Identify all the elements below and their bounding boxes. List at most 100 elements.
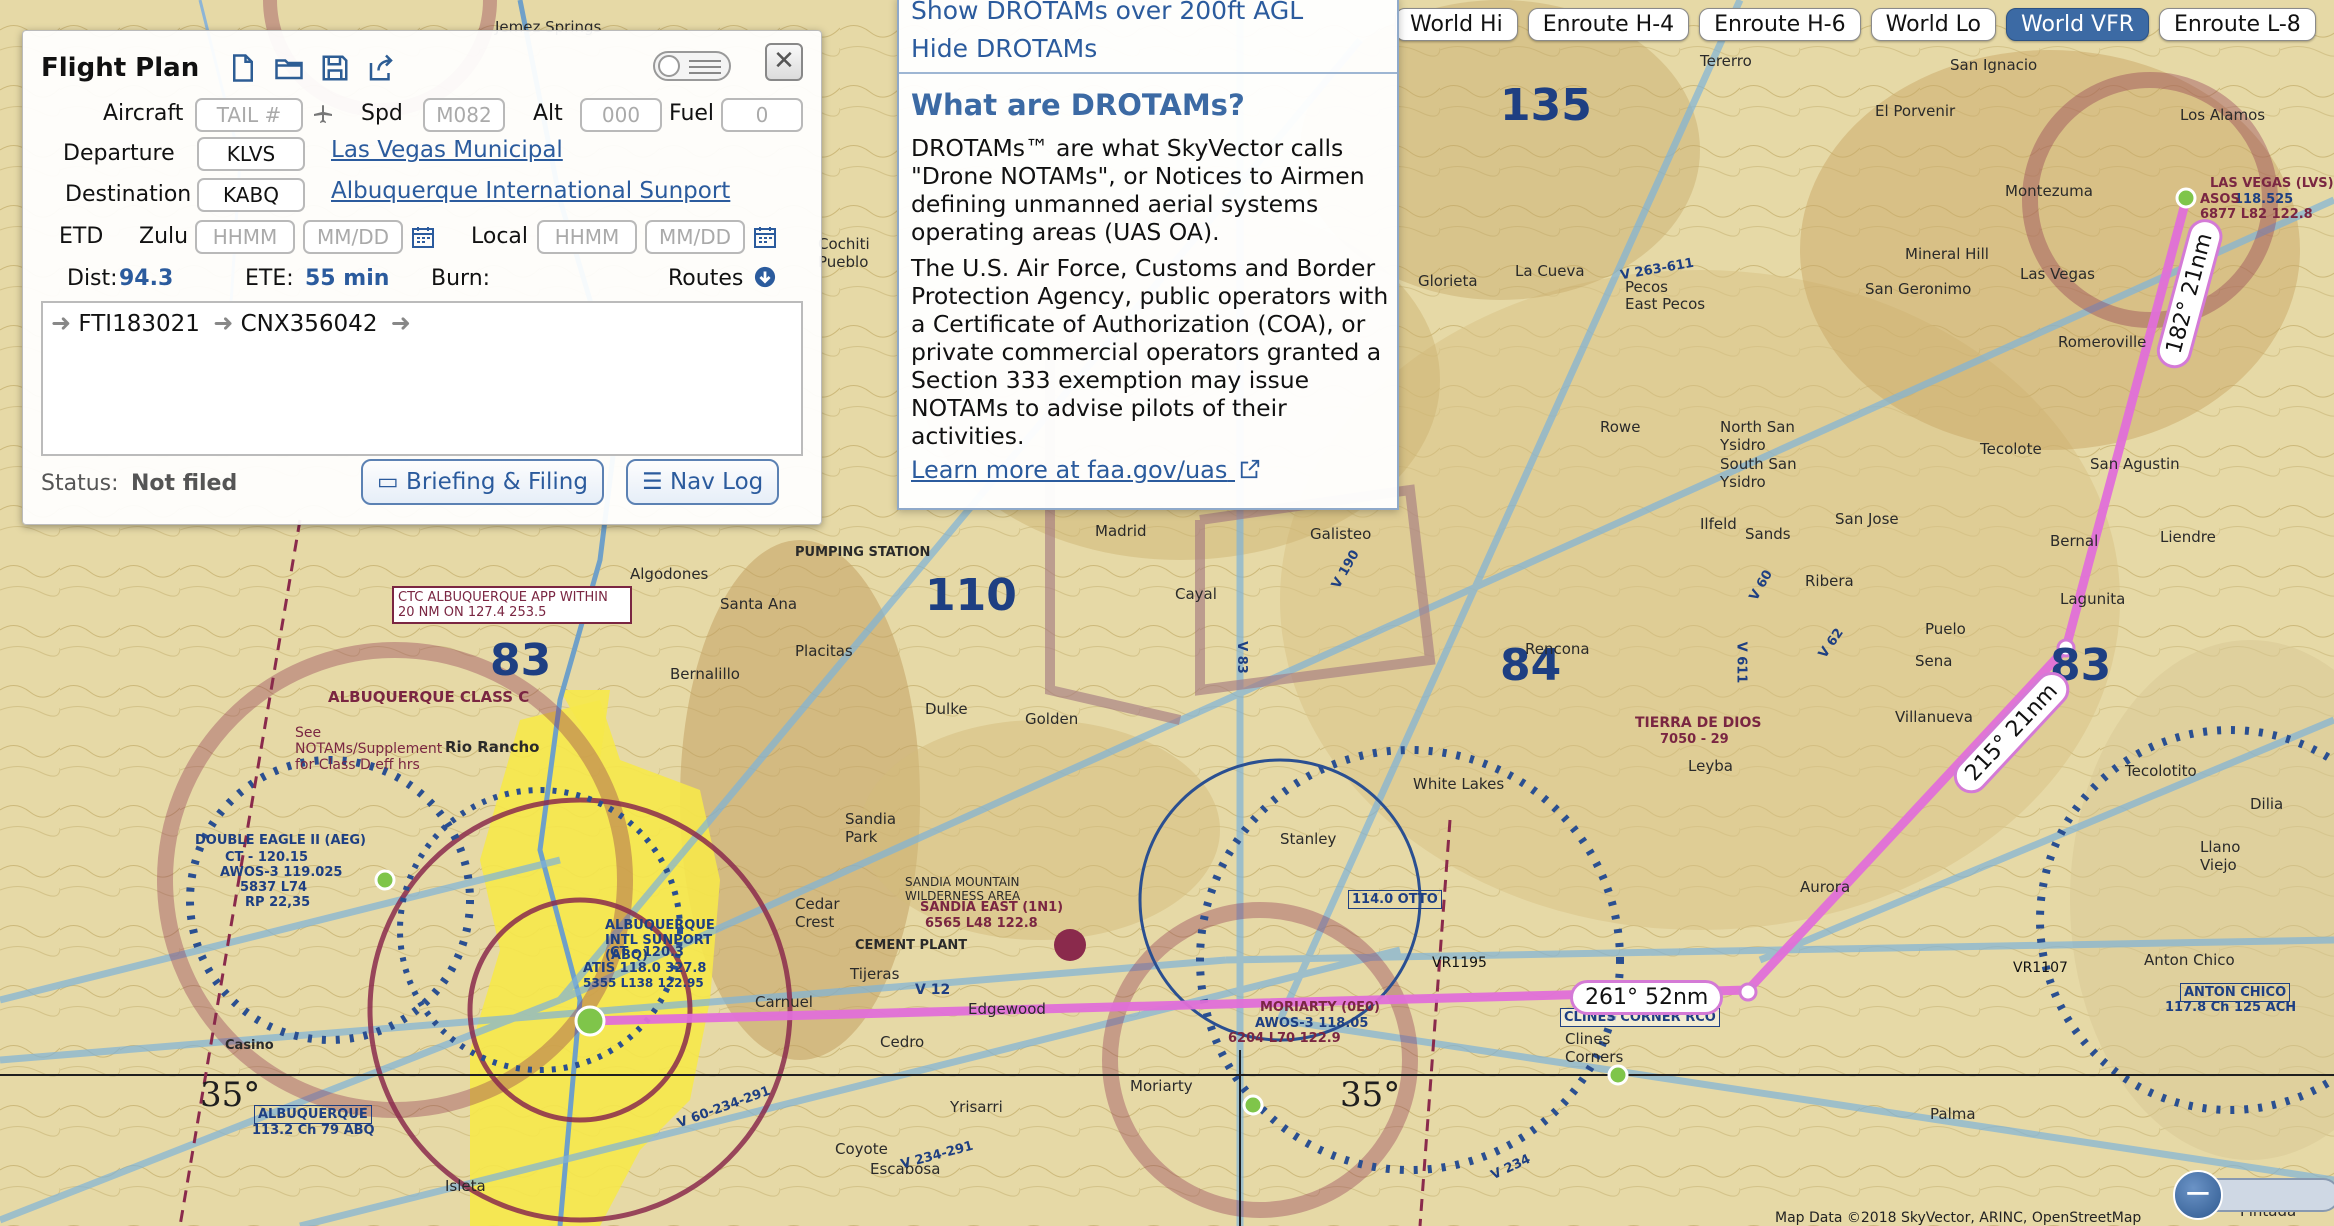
otto-vor-label: 114.0 OTTO (1348, 890, 1442, 909)
max-elevation-label: 135 (1500, 80, 1592, 131)
town-label: Yrisarri (950, 1098, 1003, 1116)
drotam-heading: What are DROTAMs? (911, 88, 1245, 122)
town-label: Moriarty (1130, 1077, 1193, 1095)
map-copyright: Map Data ©2018 SkyVector, ARINC, OpenStr… (1775, 1210, 2142, 1226)
routes-dropdown[interactable]: Routes (668, 266, 776, 291)
town-label: Edgewood (968, 1000, 1046, 1018)
town-label: Golden (1025, 710, 1079, 728)
hide-drotams-link[interactable]: Hide DROTAMs (911, 34, 1097, 63)
airway-label: VR1107 (2013, 960, 2068, 976)
route-text-area[interactable]: ➜ FTI183021 ➜ CNX356042 ➜ (41, 301, 803, 456)
destination-input[interactable]: KABQ (197, 178, 305, 212)
ete-value: 55 min (305, 266, 390, 291)
town-label: Cayal (1175, 585, 1217, 603)
local-label: Local (471, 224, 529, 249)
town-label: Dilia (2250, 795, 2284, 813)
las-vegas-asos-label: ASOS (2200, 192, 2240, 207)
fuel-label: Fuel (669, 101, 715, 126)
town-label: Sandia Park (845, 810, 897, 846)
open-folder-icon[interactable] (274, 53, 304, 83)
town-label: Puelo (1925, 620, 1966, 638)
local-date-input[interactable]: MM/DD (645, 220, 745, 254)
abq-ct-label: CT - 120.3 (610, 945, 684, 960)
town-label: Anton Chico (2144, 951, 2235, 969)
moriarty-info-label: 6204 L70 122.9 (1228, 1031, 1341, 1046)
town-label: La Cueva (1515, 262, 1585, 280)
etd-label: ETD (59, 224, 104, 249)
moriarty-awos-label: AWOS-3 118.05 (1255, 1016, 1369, 1031)
arrow-right-icon: ➜ (390, 309, 411, 337)
tab-world-lo[interactable]: World Lo (1870, 8, 1996, 41)
learn-more-link[interactable]: Learn more at faa.gov/uas (911, 456, 1261, 484)
town-label: San Agustin (2090, 455, 2180, 473)
route-waypoint[interactable]: FTI183021 (78, 311, 199, 337)
show-drotams-link[interactable]: Show DROTAMs over 200ft AGL (911, 0, 1303, 25)
tab-world-vfr[interactable]: World VFR (2005, 8, 2150, 41)
town-label: Sena (1915, 652, 1953, 670)
abq-vor-info: 113.2 Ch 79 ABQ (252, 1123, 375, 1138)
town-label: Lagunita (2060, 590, 2126, 608)
route-waypoint[interactable]: CNX356042 (241, 311, 378, 337)
town-label: Tijeras (850, 965, 900, 983)
waypoint-klvs (2175, 187, 2197, 209)
tab-enroute-l8[interactable]: Enroute L-8 (2159, 8, 2316, 41)
share-icon[interactable] (366, 53, 396, 83)
briefing-filing-button[interactable]: ▭ Briefing & Filing (361, 459, 604, 505)
zoom-out-button[interactable]: − (2173, 1170, 2223, 1220)
tab-enroute-h6[interactable]: Enroute H-6 (1699, 8, 1861, 41)
new-document-icon[interactable] (228, 53, 258, 83)
zulu-time-input[interactable]: HHMM (195, 220, 295, 254)
external-link-icon (1240, 459, 1260, 479)
tab-enroute-h4[interactable]: Enroute H-4 (1527, 8, 1690, 41)
fuel-input[interactable]: 0 (721, 98, 803, 132)
town-label: San Geronimo (1865, 280, 1972, 298)
panel-toggle-switch[interactable] (653, 51, 731, 81)
calendar-icon[interactable] (753, 225, 777, 249)
town-label: San Jose (1835, 510, 1899, 528)
town-label: Bernal (2050, 532, 2099, 550)
save-icon[interactable] (320, 53, 350, 83)
airplane-icon[interactable] (311, 103, 335, 127)
town-label: Las Vegas (2020, 265, 2095, 283)
town-label: Casino (225, 1038, 274, 1053)
town-label: Galisteo (1310, 525, 1372, 543)
nav-log-button[interactable]: ☰ Nav Log (626, 459, 780, 505)
status-label: Status: (41, 471, 119, 496)
town-label: Rencona (1525, 640, 1590, 658)
altitude-input[interactable]: 000 (580, 98, 662, 132)
town-label: Cedar Crest (795, 895, 840, 931)
chart-layer-tabs: World Hi Enroute H-4 Enroute H-6 World L… (1395, 8, 2316, 41)
flight-plan-title: Flight Plan (41, 53, 200, 83)
departure-input[interactable]: KLVS (197, 137, 305, 171)
close-button[interactable]: ✕ (765, 43, 803, 81)
double-eagle-elev-label: 5837 L74 (240, 880, 308, 895)
drotam-paragraph: DROTAMs™ are what SkyVector calls "Drone… (911, 134, 1365, 246)
aircraft-input[interactable]: TAIL # (195, 98, 303, 132)
nav-log-button-label: Nav Log (669, 469, 764, 495)
tab-world-hi[interactable]: World Hi (1395, 8, 1518, 41)
town-label: Placitas (795, 642, 853, 660)
double-eagle-awos-label: AWOS-3 119.025 (220, 865, 343, 880)
town-label: East Pecos (1625, 295, 1706, 313)
route-leg-label[interactable]: 261° 52nm (1570, 980, 1724, 1015)
max-elevation-label: 83 (490, 635, 552, 686)
local-time-input[interactable]: HHMM (537, 220, 637, 254)
double-eagle-ct-label: CT - 120.15 (225, 850, 309, 865)
calendar-icon[interactable] (411, 225, 435, 249)
double-eagle-label: DOUBLE EAGLE II (AEG) (195, 833, 366, 848)
town-label: Aurora (1800, 878, 1851, 896)
chevron-down-circle-icon (755, 266, 776, 288)
status-value: Not filed (131, 471, 238, 496)
destination-airport-link[interactable]: Albuquerque International Sunport (331, 178, 730, 204)
routes-label: Routes (668, 266, 744, 291)
double-eagle-rp-label: RP 22,35 (245, 895, 311, 910)
departure-airport-link[interactable]: Las Vegas Municipal (331, 137, 563, 163)
toggle-knob (658, 55, 680, 77)
speed-input[interactable]: M082 (423, 98, 505, 132)
town-label: Madrid (1095, 522, 1147, 540)
las-vegas-airport-label: LAS VEGAS (LVS) (2210, 176, 2334, 191)
abq-elev-label: 5355 L138 122.95 (583, 976, 704, 990)
town-label: White Lakes (1413, 775, 1505, 793)
zulu-date-input[interactable]: MM/DD (303, 220, 403, 254)
flight-plan-panel: Flight Plan ✕ Aircraft TAIL # Spd M082 A… (22, 30, 822, 525)
